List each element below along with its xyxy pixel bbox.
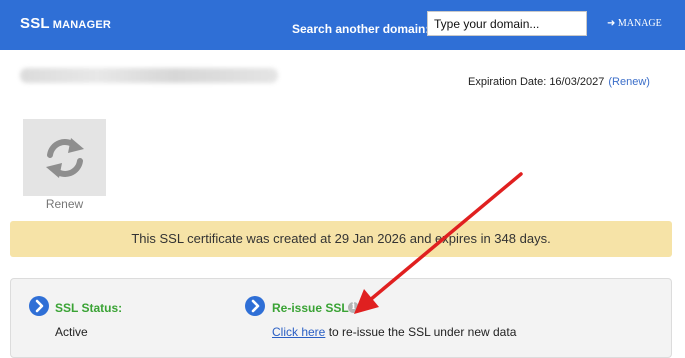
logo-sub: MANAGER — [52, 19, 112, 31]
renew-label: Renew — [45, 197, 84, 211]
blurred-domain-name — [20, 68, 278, 83]
search-label: Search another domain: — [292, 22, 430, 36]
certificate-notice: This SSL certificate was created at 29 J… — [10, 221, 672, 257]
ssl-status-title: SSL Status: — [55, 301, 123, 315]
reissue-instructions: Click here to re-issue the SSL under new… — [272, 325, 516, 339]
renew-link[interactable]: (Renew) — [608, 76, 650, 88]
ssl-manager-logo[interactable]: SSL MANAGER — [20, 15, 111, 33]
reissue-click-here-link[interactable]: Click here — [272, 325, 325, 339]
reissue-ssl-title: Re-issue SSL — [272, 301, 349, 315]
info-icon[interactable]: i — [348, 302, 359, 313]
chevron-right-icon — [245, 296, 265, 316]
manage-button[interactable]: ➜ MANAGE — [607, 18, 662, 29]
chevron-right-icon — [29, 296, 49, 316]
refresh-icon — [46, 138, 84, 178]
renew-button[interactable] — [23, 119, 106, 196]
ssl-status-value: Active — [55, 325, 88, 339]
logo-main: SSL — [20, 15, 50, 32]
expiration-info: Expiration Date: 16/03/2027 (Renew) — [468, 76, 650, 88]
domain-search-input[interactable] — [427, 11, 587, 36]
status-panel: SSL Status: Active Re-issue SSL i Click … — [10, 278, 672, 358]
top-header: SSLMANAGER Search another domain: ➜ MANA… — [0, 0, 685, 50]
reissue-text: to re-issue the SSL under new data — [325, 325, 517, 339]
expiration-date: Expiration Date: 16/03/2027 — [468, 76, 605, 88]
